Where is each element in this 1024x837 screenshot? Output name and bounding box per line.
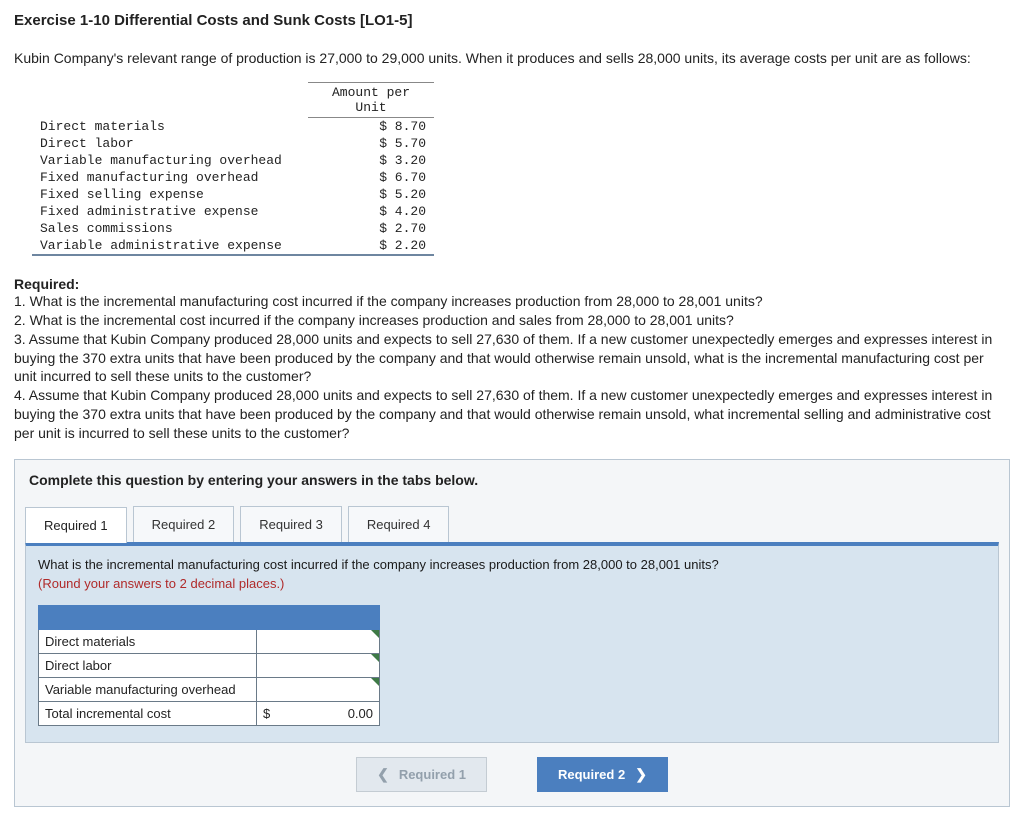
tab-required-2[interactable]: Required 2 (133, 506, 235, 542)
instructions: Complete this question by entering your … (15, 460, 1009, 500)
cost-row-amount: $ 6.70 (308, 169, 434, 186)
answer-total-cell: $ 0.00 (257, 701, 380, 725)
answer-panel: Complete this question by entering your … (14, 459, 1010, 807)
answer-table: Direct materials Direct labor Variable m… (38, 605, 380, 726)
required-item: 4. Assume that Kubin Company produced 28… (14, 386, 1010, 443)
tab-required-1[interactable]: Required 1 (25, 507, 127, 543)
tab-question: What is the incremental manufacturing co… (38, 556, 986, 574)
cost-row-label: Variable administrative expense (32, 237, 308, 255)
chevron-left-icon: ❮ (377, 766, 389, 783)
cost-row-amount: $ 8.70 (308, 117, 434, 135)
cost-row-amount: $ 5.20 (308, 186, 434, 203)
answer-row-label: Direct materials (39, 629, 257, 653)
intro-text: Kubin Company's relevant range of produc… (14, 49, 1010, 68)
rounding-note: (Round your answers to 2 decimal places.… (38, 576, 986, 591)
answer-input-direct-materials[interactable] (257, 629, 380, 653)
tab-content-required-1: What is the incremental manufacturing co… (25, 542, 999, 743)
next-button[interactable]: Required 2 ❯ (537, 757, 668, 792)
required-heading: Required: (14, 276, 1010, 292)
answer-row-label: Variable manufacturing overhead (39, 677, 257, 701)
cost-row-label: Fixed selling expense (32, 186, 308, 203)
cost-per-unit-table: Amount per Unit Direct materials$ 8.70 D… (32, 82, 434, 258)
cost-row-amount: $ 2.20 (308, 237, 434, 255)
required-item: 1. What is the incremental manufacturing… (14, 292, 1010, 311)
cost-row-amount: $ 4.20 (308, 203, 434, 220)
cost-row-label: Direct materials (32, 117, 308, 135)
cost-row-amount: $ 3.20 (308, 152, 434, 169)
prev-button: ❮ Required 1 (356, 757, 487, 792)
currency-symbol: $ (263, 706, 270, 721)
tab-required-3[interactable]: Required 3 (240, 506, 342, 542)
cost-row-amount: $ 2.70 (308, 220, 434, 237)
required-item: 3. Assume that Kubin Company produced 28… (14, 330, 1010, 387)
answer-input-direct-labor[interactable] (257, 653, 380, 677)
cost-row-label: Fixed administrative expense (32, 203, 308, 220)
cost-row-label: Variable manufacturing overhead (32, 152, 308, 169)
cost-table-header: Amount per Unit (308, 82, 434, 117)
cost-row-label: Direct labor (32, 135, 308, 152)
nav-buttons: ❮ Required 1 Required 2 ❯ (15, 757, 1009, 806)
cost-row-label: Fixed manufacturing overhead (32, 169, 308, 186)
answer-total-value: 0.00 (348, 706, 373, 721)
exercise-title: Exercise 1-10 Differential Costs and Sun… (14, 12, 1010, 29)
answer-row-label: Total incremental cost (39, 701, 257, 725)
answer-input-variable-overhead[interactable] (257, 677, 380, 701)
tabs: Required 1 Required 2 Required 3 Require… (15, 506, 1009, 542)
tab-required-4[interactable]: Required 4 (348, 506, 450, 542)
required-item: 2. What is the incremental cost incurred… (14, 311, 1010, 330)
required-list: 1. What is the incremental manufacturing… (14, 292, 1010, 443)
chevron-right-icon: ❯ (635, 766, 647, 783)
cost-row-amount: $ 5.70 (308, 135, 434, 152)
answer-row-label: Direct labor (39, 653, 257, 677)
cost-row-label: Sales commissions (32, 220, 308, 237)
